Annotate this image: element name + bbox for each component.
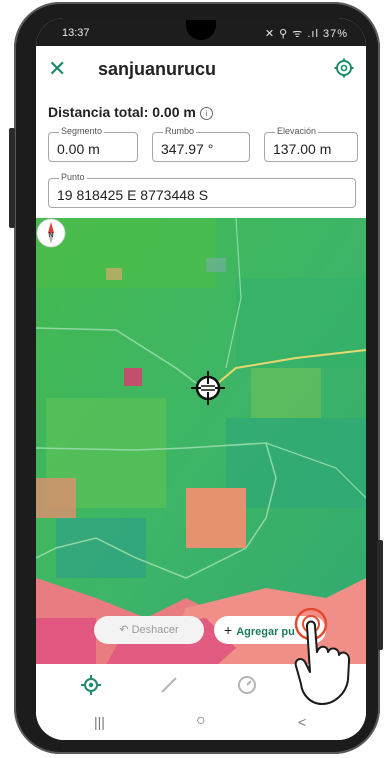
heading-value: 347.97 ° [161, 141, 214, 157]
phone-side-button-left [9, 128, 15, 228]
status-bar: 13:37 ✕ ⚲ ᯤ .ıl 37% [36, 18, 366, 46]
point-field: Punto 19 818425 E 8773448 S [48, 172, 356, 208]
tap-gesture-hand-icon [294, 608, 351, 705]
total-distance-label: Distancia total: 0.00 m [48, 104, 196, 120]
elevation-label: Elevación [275, 126, 319, 137]
close-icon[interactable]: ✕ [48, 56, 66, 82]
gear-icon[interactable] [334, 58, 354, 78]
app-bar: ✕ sanjuanurucu [36, 46, 366, 94]
camera-notch [186, 20, 216, 40]
undo-label: Deshacer [131, 624, 179, 636]
system-nav-bar: ||| ○ < [36, 706, 366, 740]
home-button[interactable]: ○ [196, 712, 206, 730]
ruler-icon[interactable] [158, 674, 180, 696]
recent-apps-button[interactable]: ||| [94, 714, 105, 730]
measurement-panel: Distancia total: 0.00 mi Segmento 0.00 m… [36, 94, 366, 218]
clock-icon[interactable] [236, 674, 258, 696]
plus-icon: + [224, 622, 233, 638]
compass-letter: N [48, 232, 53, 239]
segment-field: Segmento 0.00 m [48, 126, 138, 162]
location-icon[interactable] [80, 674, 102, 696]
add-point-label: Agregar pu [236, 626, 295, 638]
status-time: 13:37 [62, 27, 90, 39]
total-distance: Distancia total: 0.00 mi [48, 104, 213, 120]
elevation-value: 137.00 m [273, 141, 332, 157]
crosshair-icon [191, 371, 225, 405]
elevation-field: Elevación 137.00 m [264, 126, 358, 162]
compass-icon[interactable]: N [36, 218, 66, 248]
status-icons: ✕ ⚲ ᯤ .ıl 37% [264, 28, 348, 40]
heading-field: Rumbo 347.97 ° [152, 126, 250, 162]
point-value: 19 818425 E 8773448 S [57, 187, 209, 203]
back-button[interactable]: < [298, 714, 306, 730]
info-icon[interactable]: i [199, 107, 213, 120]
segment-label: Segmento [59, 126, 105, 137]
undo-button[interactable]: ↶ Deshacer [94, 616, 204, 644]
segment-value: 0.00 m [57, 141, 100, 157]
page-title: sanjuanurucu [98, 59, 217, 79]
undo-icon: ↶ [119, 624, 132, 636]
point-label: Punto [59, 172, 87, 183]
heading-label: Rumbo [163, 126, 197, 137]
